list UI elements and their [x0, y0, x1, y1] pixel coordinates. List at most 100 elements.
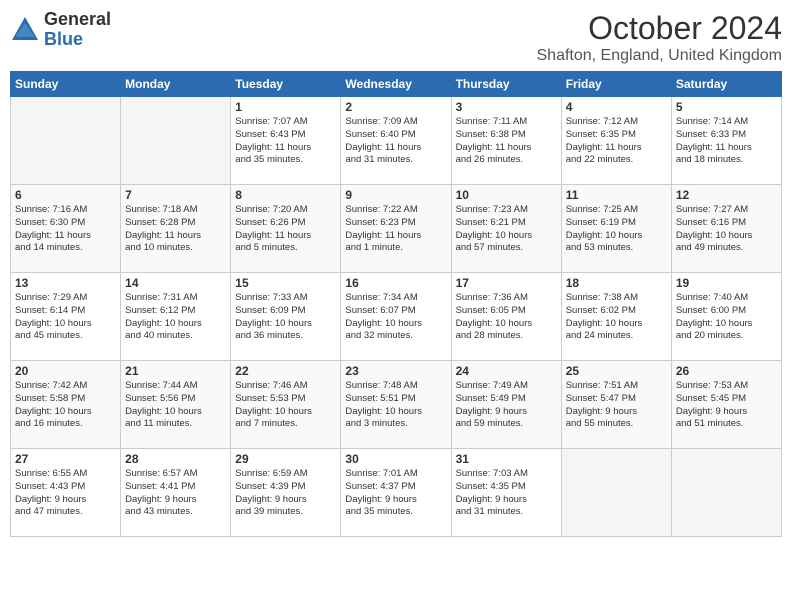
cell-info: Sunrise: 7:14 AM Sunset: 6:33 PM Dayligh… — [676, 116, 777, 167]
calendar-cell: 17 Sunrise: 7:36 AM Sunset: 6:05 PM Dayli… — [451, 273, 561, 361]
calendar-cell: 15Sunrise: 7:33 AM Sunset: 6:09 PM Dayli… — [231, 273, 341, 361]
calendar-cell: 19Sunrise: 7:40 AM Sunset: 6:00 PM Dayli… — [671, 273, 781, 361]
cell-info: Sunrise: 7:38 AM Sunset: 6:02 PM Dayligh… — [566, 292, 667, 343]
day-number: 8 — [235, 188, 336, 202]
cell-info: Sunrise: 6:59 AM Sunset: 4:39 PM Dayligh… — [235, 468, 336, 519]
cell-info: Sunrise: 7:46 AM Sunset: 5:53 PM Dayligh… — [235, 380, 336, 431]
calendar-cell: 2 Sunrise: 7:09 AM Sunset: 6:40 PM Daylig… — [341, 97, 451, 185]
calendar-cell: 6Sunrise: 7:16 AM Sunset: 6:30 PM Daylig… — [11, 185, 121, 273]
cell-info: Sunrise: 6:55 AM Sunset: 4:43 PM Dayligh… — [15, 468, 116, 519]
cell-info: Sunrise: 7:20 AM Sunset: 6:26 PM Dayligh… — [235, 204, 336, 255]
day-number: 14 — [125, 276, 226, 290]
cell-info: Sunrise: 7:23 AM Sunset: 6:21 PM Dayligh… — [456, 204, 557, 255]
day-number: 24 — [456, 364, 557, 378]
calendar-table: SundayMondayTuesdayWednesdayThursdayFrid… — [10, 71, 782, 537]
week-row-1: 1 Sunrise: 7:07 AM Sunset: 6:43 PM Daylig… — [11, 97, 782, 185]
header-row: SundayMondayTuesdayWednesdayThursdayFrid… — [11, 72, 782, 97]
calendar-title: October 2024 — [537, 10, 783, 47]
cell-info: Sunrise: 7:36 AM Sunset: 6:05 PM Dayligh… — [456, 292, 557, 343]
calendar-cell: 21Sunrise: 7:44 AM Sunset: 5:56 PM Dayli… — [121, 361, 231, 449]
calendar-cell: 14Sunrise: 7:31 AM Sunset: 6:12 PM Dayli… — [121, 273, 231, 361]
cell-info: Sunrise: 7:27 AM Sunset: 6:16 PM Dayligh… — [676, 204, 777, 255]
day-number: 22 — [235, 364, 336, 378]
day-number: 10 — [456, 188, 557, 202]
calendar-cell: 20 Sunrise: 7:42 AM Sunset: 5:58 PM Dayli… — [11, 361, 121, 449]
calendar-cell: 13 Sunrise: 7:29 AM Sunset: 6:14 PM Dayli… — [11, 273, 121, 361]
day-number: 4 — [566, 100, 667, 114]
calendar-cell: 18 Sunrise: 7:38 AM Sunset: 6:02 PM Dayli… — [561, 273, 671, 361]
header-cell-wednesday: Wednesday — [341, 72, 451, 97]
calendar-cell: 4Sunrise: 7:12 AM Sunset: 6:35 PM Daylig… — [561, 97, 671, 185]
calendar-subtitle: Shafton, England, United Kingdom — [537, 47, 783, 65]
day-number: 26 — [676, 364, 777, 378]
cell-info: Sunrise: 7:40 AM Sunset: 6:00 PM Dayligh… — [676, 292, 777, 343]
cell-info: Sunrise: 7:11 AM Sunset: 6:38 PM Dayligh… — [456, 116, 557, 167]
cell-info: Sunrise: 6:57 AM Sunset: 4:41 PM Dayligh… — [125, 468, 226, 519]
cell-info: Sunrise: 7:07 AM Sunset: 6:43 PM Dayligh… — [235, 116, 336, 167]
day-number: 27 — [15, 452, 116, 466]
logo-icon — [10, 15, 40, 45]
day-number: 9 — [345, 188, 446, 202]
day-number: 23 — [345, 364, 446, 378]
calendar-header: SundayMondayTuesdayWednesdayThursdayFrid… — [11, 72, 782, 97]
calendar-cell: 10 Sunrise: 7:23 AM Sunset: 6:21 PM Dayli… — [451, 185, 561, 273]
header-cell-thursday: Thursday — [451, 72, 561, 97]
day-number: 7 — [125, 188, 226, 202]
calendar-cell: 26 Sunrise: 7:53 AM Sunset: 5:45 PM Dayli… — [671, 361, 781, 449]
day-number: 13 — [15, 276, 116, 290]
day-number: 11 — [566, 188, 667, 202]
calendar-cell: 11 Sunrise: 7:25 AM Sunset: 6:19 PM Dayli… — [561, 185, 671, 273]
cell-info: Sunrise: 7:49 AM Sunset: 5:49 PM Dayligh… — [456, 380, 557, 431]
week-row-4: 20 Sunrise: 7:42 AM Sunset: 5:58 PM Dayli… — [11, 361, 782, 449]
cell-info: Sunrise: 7:25 AM Sunset: 6:19 PM Dayligh… — [566, 204, 667, 255]
day-number: 2 — [345, 100, 446, 114]
calendar-cell: 12 Sunrise: 7:27 AM Sunset: 6:16 PM Dayli… — [671, 185, 781, 273]
cell-info: Sunrise: 7:29 AM Sunset: 6:14 PM Dayligh… — [15, 292, 116, 343]
calendar-cell: 30Sunrise: 7:01 AM Sunset: 4:37 PM Dayli… — [341, 449, 451, 537]
day-number: 17 — [456, 276, 557, 290]
cell-info: Sunrise: 7:53 AM Sunset: 5:45 PM Dayligh… — [676, 380, 777, 431]
day-number: 31 — [456, 452, 557, 466]
title-area: October 2024 Shafton, England, United Ki… — [537, 10, 783, 65]
logo-text: General Blue — [44, 10, 111, 50]
calendar-cell — [11, 97, 121, 185]
cell-info: Sunrise: 7:48 AM Sunset: 5:51 PM Dayligh… — [345, 380, 446, 431]
calendar-cell: 31Sunrise: 7:03 AM Sunset: 4:35 PM Dayli… — [451, 449, 561, 537]
day-number: 28 — [125, 452, 226, 466]
calendar-cell: 8 Sunrise: 7:20 AM Sunset: 6:26 PM Daylig… — [231, 185, 341, 273]
calendar-body: 1 Sunrise: 7:07 AM Sunset: 6:43 PM Daylig… — [11, 97, 782, 537]
day-number: 3 — [456, 100, 557, 114]
day-number: 18 — [566, 276, 667, 290]
calendar-cell: 28 Sunrise: 6:57 AM Sunset: 4:41 PM Dayli… — [121, 449, 231, 537]
calendar-cell: 29 Sunrise: 6:59 AM Sunset: 4:39 PM Dayli… — [231, 449, 341, 537]
header-cell-monday: Monday — [121, 72, 231, 97]
header-cell-tuesday: Tuesday — [231, 72, 341, 97]
cell-info: Sunrise: 7:18 AM Sunset: 6:28 PM Dayligh… — [125, 204, 226, 255]
calendar-cell — [671, 449, 781, 537]
day-number: 20 — [15, 364, 116, 378]
calendar-cell: 24 Sunrise: 7:49 AM Sunset: 5:49 PM Dayli… — [451, 361, 561, 449]
calendar-cell: 25 Sunrise: 7:51 AM Sunset: 5:47 PM Dayli… — [561, 361, 671, 449]
week-row-2: 6Sunrise: 7:16 AM Sunset: 6:30 PM Daylig… — [11, 185, 782, 273]
header-cell-sunday: Sunday — [11, 72, 121, 97]
calendar-cell: 23 Sunrise: 7:48 AM Sunset: 5:51 PM Dayli… — [341, 361, 451, 449]
logo-general-text: General — [44, 10, 111, 30]
header-cell-saturday: Saturday — [671, 72, 781, 97]
week-row-3: 13 Sunrise: 7:29 AM Sunset: 6:14 PM Dayli… — [11, 273, 782, 361]
cell-info: Sunrise: 7:34 AM Sunset: 6:07 PM Dayligh… — [345, 292, 446, 343]
day-number: 5 — [676, 100, 777, 114]
logo-blue-text: Blue — [44, 30, 111, 50]
day-number: 21 — [125, 364, 226, 378]
calendar-cell: 22 Sunrise: 7:46 AM Sunset: 5:53 PM Dayli… — [231, 361, 341, 449]
header-cell-friday: Friday — [561, 72, 671, 97]
day-number: 29 — [235, 452, 336, 466]
day-number: 25 — [566, 364, 667, 378]
cell-info: Sunrise: 7:42 AM Sunset: 5:58 PM Dayligh… — [15, 380, 116, 431]
week-row-5: 27 Sunrise: 6:55 AM Sunset: 4:43 PM Dayli… — [11, 449, 782, 537]
day-number: 12 — [676, 188, 777, 202]
cell-info: Sunrise: 7:09 AM Sunset: 6:40 PM Dayligh… — [345, 116, 446, 167]
cell-info: Sunrise: 7:51 AM Sunset: 5:47 PM Dayligh… — [566, 380, 667, 431]
day-number: 1 — [235, 100, 336, 114]
calendar-cell: 27 Sunrise: 6:55 AM Sunset: 4:43 PM Dayli… — [11, 449, 121, 537]
logo: General Blue — [10, 10, 111, 50]
